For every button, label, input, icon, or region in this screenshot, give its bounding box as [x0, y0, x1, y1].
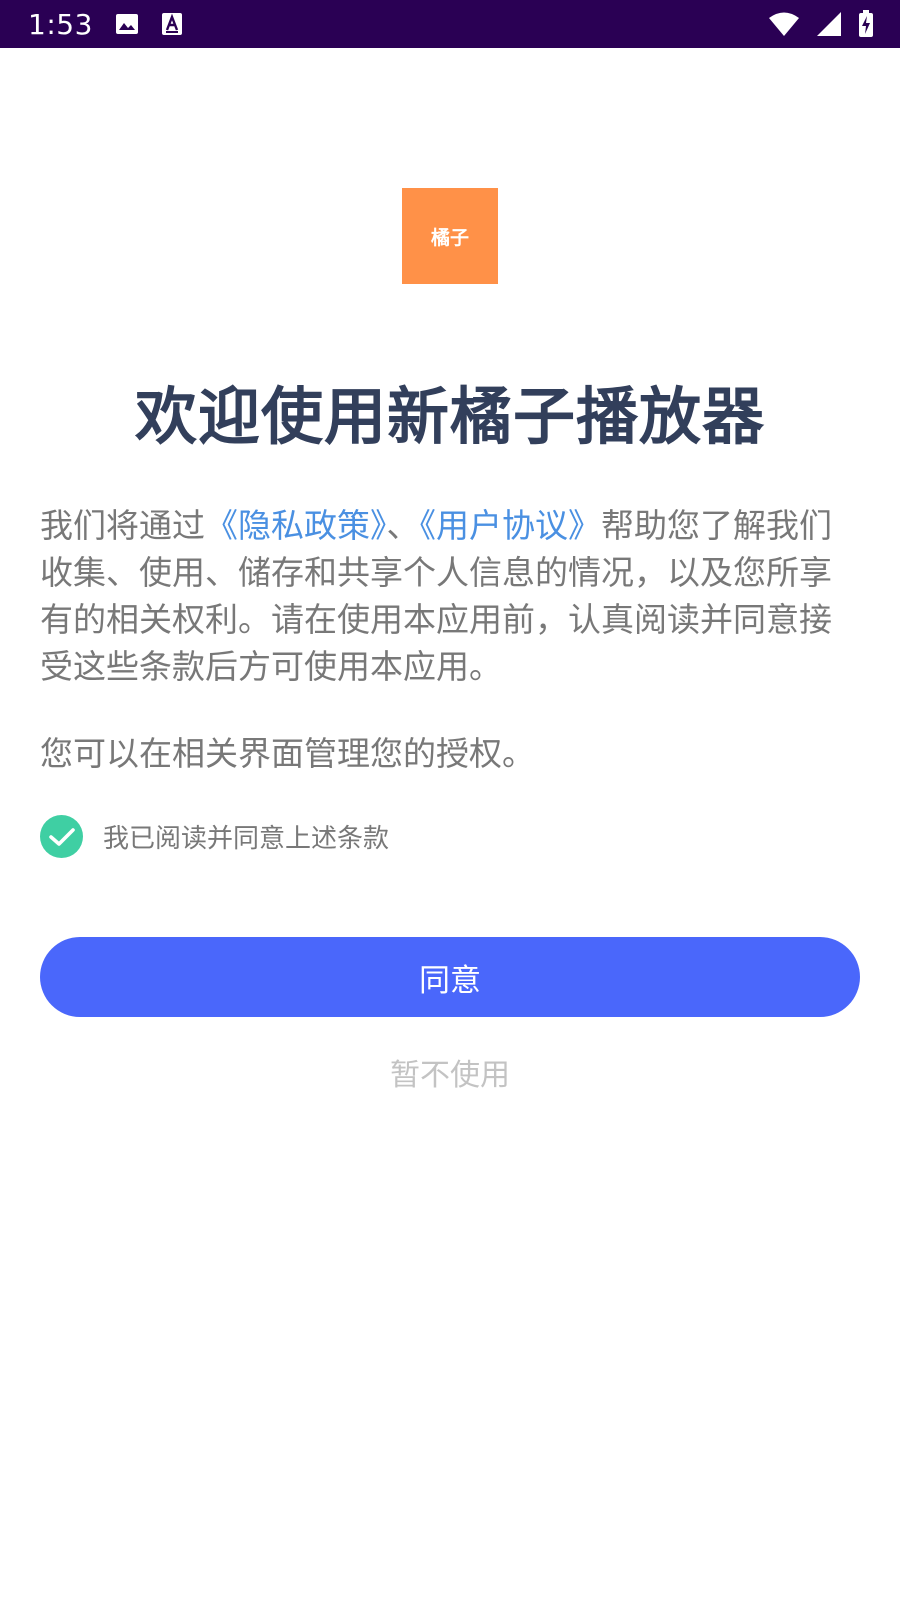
app-logo: 橘子 [402, 188, 498, 284]
consent-label: 我已阅读并同意上述条款 [103, 824, 390, 854]
status-right [768, 10, 874, 38]
text-a-icon [161, 12, 183, 36]
status-left: 1:53 [28, 8, 183, 41]
cellular-signal-icon [816, 11, 842, 37]
intro-paragraph: 我们将通过《隐私政策》、《用户协议》帮助您了解我们收集、使用、储存和共享个人信息… [40, 502, 860, 690]
user-agreement-link[interactable]: 《用户协议》 [420, 506, 602, 545]
status-time: 1:53 [28, 7, 93, 41]
consent-checkbox-row[interactable]: 我已阅读并同意上述条款 [40, 815, 389, 858]
wifi-icon [768, 11, 800, 37]
status-bar: 1:53 [0, 0, 900, 48]
intro-text-before: 我们将通过 [40, 506, 205, 545]
welcome-title: 欢迎使用新橘子播放器 [134, 380, 765, 453]
intro-separator: 、 [386, 506, 420, 545]
checkmark-icon[interactable] [40, 815, 83, 858]
logo-text: 橘子 [430, 226, 469, 249]
privacy-policy-link[interactable]: 《隐私政策》 [205, 506, 387, 545]
battery-charging-icon [858, 10, 874, 38]
agree-button[interactable]: 同意 [40, 937, 860, 1017]
authorization-note: 您可以在相关界面管理您的授权。 [40, 734, 535, 773]
decline-button[interactable]: 暂不使用 [0, 1050, 900, 1094]
image-icon [115, 12, 139, 36]
